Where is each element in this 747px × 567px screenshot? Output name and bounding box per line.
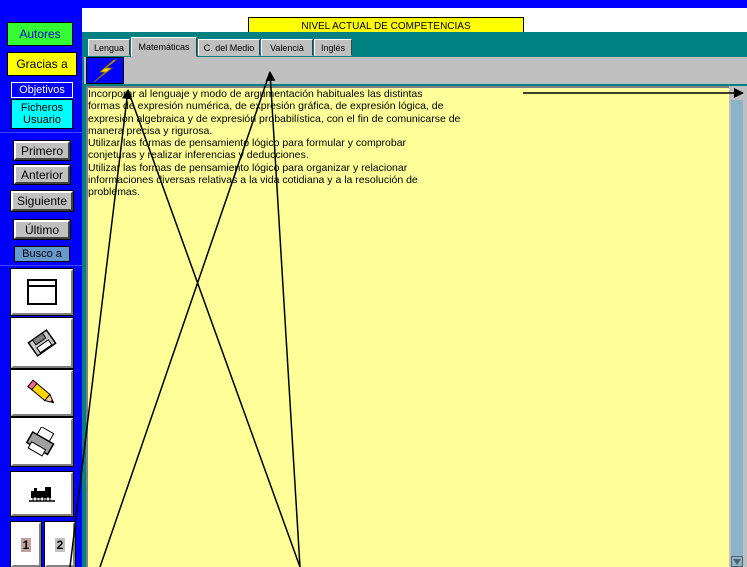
tab-c-del-medio[interactable]: C. del Medio [198, 39, 260, 56]
train-icon [29, 487, 55, 502]
objetivos-button[interactable]: Objetivos [11, 82, 73, 98]
primero-button[interactable]: Primero [13, 140, 71, 161]
text-line: Utilizar las formas de pensamiento lógic… [88, 137, 407, 150]
text-line: conjeturas y realizar inferencias y dedu… [88, 149, 309, 162]
save-button[interactable] [10, 317, 74, 369]
tab-valencia[interactable]: Valencià [261, 39, 313, 56]
printer-icon [26, 427, 55, 457]
tab-matematicas[interactable]: Matemáticas [131, 37, 197, 57]
ficheros-usuario-button[interactable]: Ficheros Usuario [11, 99, 73, 129]
text-line: manera precisa y rigurosa. [88, 124, 213, 137]
chevron-down-icon [733, 558, 741, 565]
page-1-button[interactable]: 1 [10, 521, 42, 567]
objectives-text: Incorporar al lenguaje y modo de argumen… [88, 88, 548, 199]
print-button[interactable] [10, 417, 74, 467]
divider [0, 132, 82, 133]
divider [0, 265, 82, 266]
page-1-label: 1 [20, 537, 32, 552]
tab-ingles[interactable]: Inglés [314, 39, 352, 56]
window-icon [27, 279, 57, 305]
window-button[interactable] [10, 268, 74, 316]
text-line: Utilizar las formas de pensamiento lógic… [88, 161, 408, 174]
pencil-icon [27, 379, 55, 404]
exit-button[interactable] [10, 471, 74, 517]
text-line: Incorporar al lenguaje y modo de argumen… [88, 88, 423, 100]
anterior-button[interactable]: Anterior [13, 164, 71, 185]
busco-button[interactable]: Busco a [14, 246, 70, 262]
ultimo-button[interactable]: Último [13, 219, 71, 240]
siguiente-button[interactable]: Siguiente [10, 190, 74, 212]
tab-lengua[interactable]: Lengua [88, 39, 130, 56]
text-line: formas de expresión numérica, de expresi… [88, 100, 444, 113]
text-line: informaciones diversas relativas a la vi… [88, 174, 418, 187]
page-title-text: NIVEL ACTUAL DE COMPETENCIAS [301, 21, 471, 32]
floppy-disk-icon [27, 329, 57, 357]
page-2-label: 2 [54, 537, 66, 552]
edit-button[interactable] [10, 369, 74, 417]
ficheros-usuario-label: Ficheros Usuario [20, 102, 64, 126]
bolt-button[interactable] [86, 57, 124, 84]
text-line: expresión algebraica y de expresión prob… [88, 112, 461, 125]
scroll-down-arrow[interactable] [731, 556, 743, 567]
scroll-track[interactable] [731, 100, 743, 562]
autores-button[interactable]: Autores [7, 22, 73, 46]
page-2-button[interactable]: 2 [44, 521, 76, 567]
text-line: problemas. [88, 186, 140, 199]
gracias-button[interactable]: Gracias a [7, 52, 77, 76]
toolbar [84, 57, 747, 84]
lightning-bolt-icon [93, 59, 118, 82]
